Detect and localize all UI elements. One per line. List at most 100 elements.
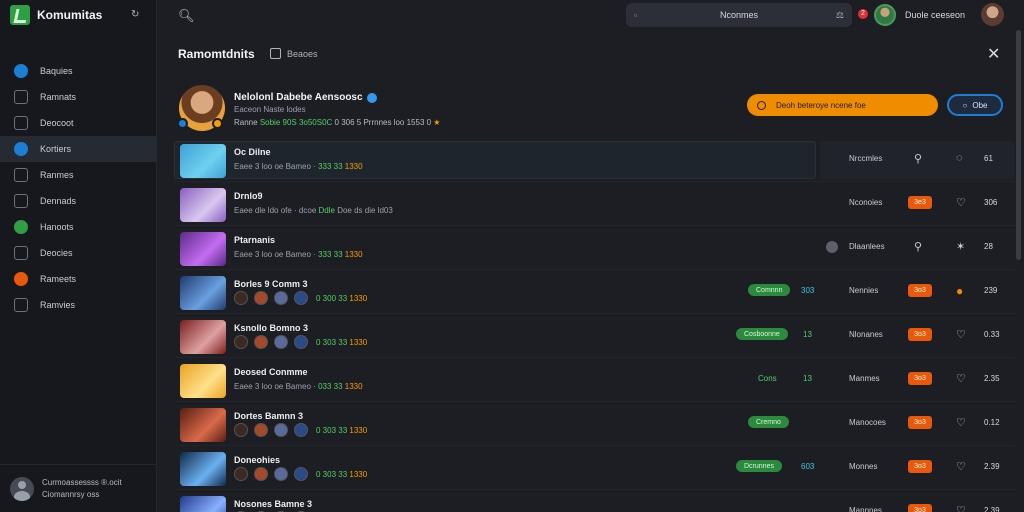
close-icon[interactable]: ✕	[987, 44, 1000, 64]
row-category: Nennies	[849, 286, 879, 295]
heart-icon[interactable]: ♡	[956, 416, 966, 429]
top-user-name[interactable]: Duole ceeseon	[905, 10, 965, 20]
sidebar: Komumitas ↻ Baquies Ramnats Deocoot Kortier…	[0, 0, 157, 512]
row-meta: Eaee 3 loo oe Bameo · 033 33 1330	[234, 382, 363, 391]
list-item[interactable]: Ptarnanis Eaee 3 loo oe Bameo · 333 33 13…	[174, 226, 1014, 270]
sidebar-item[interactable]: Ramnats	[0, 84, 157, 110]
row-stat-green: Ddle	[318, 206, 335, 215]
sidebar-item[interactable]: Kortiers	[0, 136, 157, 162]
field-lead-icon: ▫	[634, 10, 638, 20]
profile-stats: Ranne Sobie 90S 3o50S0C 0 306 5 Prrnnes …	[234, 118, 440, 127]
row-category: Mannnes	[849, 506, 882, 512]
chat-icon[interactable]: ◌	[956, 152, 963, 164]
sidebar-item[interactable]: Deocoot	[0, 110, 157, 136]
app-name: Komumitas	[37, 8, 103, 22]
community-thumbnail[interactable]	[180, 276, 226, 310]
sidebar-item-label: Ramnats	[40, 92, 77, 102]
sidebar-item[interactable]: Ranmes	[0, 162, 157, 188]
list-item[interactable]: Ksnollo Bomno 3 0 303 33 1330 Cosboonne 13 N…	[174, 314, 1014, 358]
chat-icon	[14, 142, 28, 156]
status-badge: Dcrunnes	[736, 460, 782, 472]
sidebar-item-label: Baquies	[40, 66, 73, 76]
list-item[interactable]: Nosones Bamne 30 303 33 1330Mannnes3o3♡2…	[174, 490, 1014, 512]
list-item[interactable]: Oc Dilne Eaee 3 loo oe Bameo · 333 33 133…	[174, 138, 1014, 182]
community-thumbnail[interactable]	[180, 452, 226, 486]
community-thumbnail[interactable]	[180, 364, 226, 398]
star-icon[interactable]: ✶	[956, 240, 965, 253]
list-item[interactable]: Deosed Conmme Eaee 3 loo oe Bameo · 033 3…	[174, 358, 1014, 402]
row-meta: Eaee dle ldo ofe · dcoe Ddle Doe ds die …	[234, 206, 393, 215]
sidebar-item[interactable]: Dennads	[0, 188, 157, 214]
row-stat-green: 333 33	[318, 162, 343, 171]
row-stat-orange: 1330	[349, 337, 368, 347]
row-meta-tail: Doe ds die ld03	[337, 206, 393, 215]
row-stat-green: 0 300 33	[316, 293, 348, 303]
heart-icon[interactable]: ♡	[956, 196, 966, 209]
community-thumbnail[interactable]	[180, 188, 226, 222]
sidebar-item[interactable]: Deocies	[0, 240, 157, 266]
app-logo-icon	[10, 5, 30, 25]
brand[interactable]: Komumitas	[10, 5, 102, 25]
row-title[interactable]: Dortes Bamnn 3	[234, 411, 303, 421]
row-title[interactable]: Ksnollo Bomno 3	[234, 323, 308, 333]
row-title[interactable]: Ptarnanis	[234, 235, 275, 245]
row-title[interactable]: Nosones Bamne 3	[234, 499, 312, 509]
list-item[interactable]: Dortes Bamnn 3 0 303 33 1330 Cremno Manocoe…	[174, 402, 1014, 446]
profile-avatar-icon[interactable]	[981, 3, 1004, 26]
notification-badge[interactable]: 2	[858, 9, 868, 19]
list-item[interactable]: Borles 9 Comm 3 0 300 33 1330 Comnnn 303 Nen…	[174, 270, 1014, 314]
top-search-field[interactable]: ▫ Nconmes ⚖	[626, 3, 852, 27]
sidebar-item[interactable]: Rameets	[0, 266, 157, 292]
row-stat-green: 0 303 33	[316, 425, 348, 435]
search-icon[interactable]: 🔍︎	[178, 8, 195, 24]
refresh-icon[interactable]: ↻	[131, 9, 139, 20]
secondary-action-button[interactable]: ○ Obe	[947, 94, 1003, 116]
row-stat-orange: 1330	[349, 293, 368, 303]
panel-tab[interactable]: Beaoes	[270, 48, 318, 59]
sidebar-footer[interactable]: Curmoassessss ®.ocit Ciomannrsy oss	[0, 464, 157, 512]
avatar[interactable]	[874, 4, 896, 26]
profile-avatar[interactable]	[177, 85, 225, 131]
heart-icon[interactable]: ♡	[956, 460, 966, 473]
sidebar-item[interactable]: Hanoots	[0, 214, 157, 240]
row-title[interactable]: Doneohies	[234, 455, 280, 465]
row-title[interactable]: Oc Dilne	[234, 147, 271, 157]
row-category: Nrccmles	[849, 154, 883, 163]
heart-icon[interactable]: ♡	[956, 328, 966, 341]
row-stat-orange: 1330	[349, 425, 368, 435]
stats-prefix: Ranne	[234, 118, 258, 127]
community-thumbnail[interactable]	[180, 144, 226, 178]
heart-icon[interactable]: ♡	[956, 372, 966, 385]
primary-action-button[interactable]: Deoh beteroye ncene foe	[747, 94, 938, 116]
member-avatar-icon	[274, 291, 288, 305]
community-thumbnail[interactable]	[180, 496, 226, 512]
count-text: 13	[803, 374, 812, 383]
community-thumbnail[interactable]	[180, 232, 226, 266]
sidebar-item[interactable]: Baquies	[0, 58, 157, 84]
row-title[interactable]: Deosed Conmme	[234, 367, 308, 377]
count-text: 303	[801, 286, 815, 295]
magnifier-icon[interactable]: ⚲	[914, 240, 922, 253]
profile-subtitle: Eaceon Naste lodes	[234, 105, 306, 114]
magnifier-icon[interactable]: ⚲	[914, 152, 922, 165]
row-title[interactable]: Borles 9 Comm 3	[234, 279, 308, 289]
info-icon	[757, 100, 766, 110]
row-title[interactable]: Drnlo9	[234, 191, 263, 201]
sidebar-item[interactable]: Ramvies	[0, 292, 157, 318]
row-count: 306	[984, 198, 998, 207]
mic-icon[interactable]: ⚖	[836, 10, 844, 21]
list-item[interactable]: Doneohies 0 303 33 1330 Dcrunnes 603 Monnes 3…	[174, 446, 1014, 490]
shield-icon[interactable]: ●	[956, 284, 963, 298]
community-thumbnail[interactable]	[180, 408, 226, 442]
panel-tab-label: Beaoes	[287, 48, 318, 59]
community-thumbnail[interactable]	[180, 320, 226, 354]
row-stat-green: 0 303 33	[316, 469, 348, 479]
list-item[interactable]: Drnlo9 Eaee dle ldo ofe · dcoe Ddle Doe d…	[174, 182, 1014, 226]
verified-badge-icon	[177, 118, 188, 129]
star-icon: ★	[433, 118, 441, 127]
heart-icon[interactable]: ♡	[956, 504, 966, 512]
topbar: 🔍︎ ▫ Nconmes ⚖ 2 Duole ceeseon	[158, 0, 1024, 30]
scrollbar[interactable]	[1016, 30, 1021, 260]
member-avatar-icon	[294, 467, 308, 481]
panel-title: Ramomtdnits	[178, 47, 255, 61]
